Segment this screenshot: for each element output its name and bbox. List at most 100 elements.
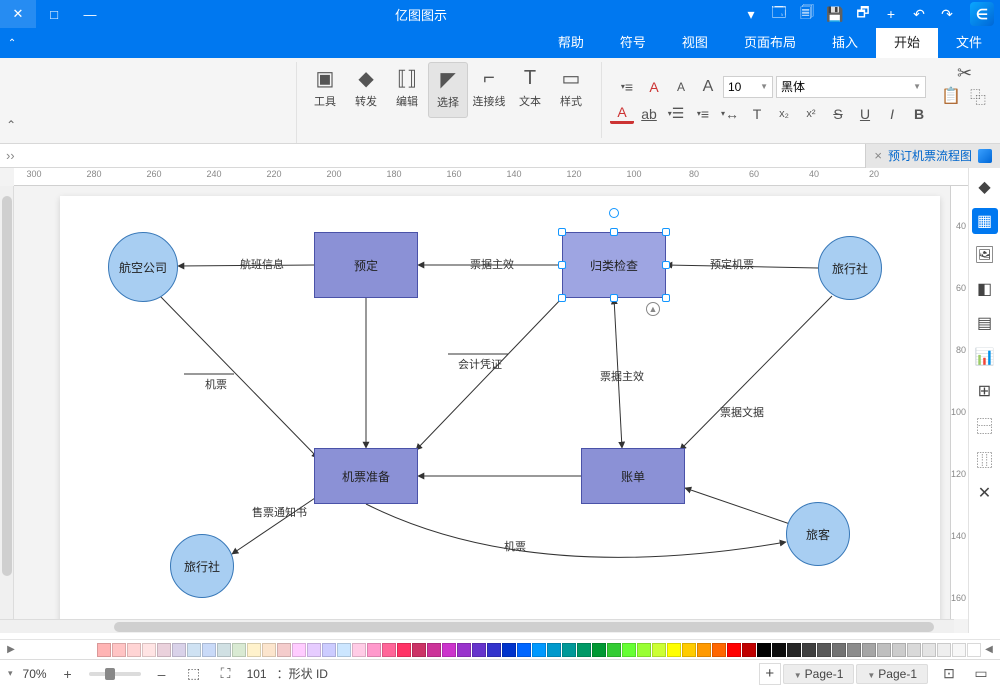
edit-button[interactable]: ⟦⟧编辑 <box>387 62 427 118</box>
color-swatch[interactable] <box>292 643 306 657</box>
resize-handle[interactable] <box>610 294 618 302</box>
color-swatch[interactable] <box>232 643 246 657</box>
page[interactable]: 旅行社航空公司旅客旅行社归类检查▲预定账单机票准备预定机票票据主效航班信息机票会… <box>60 196 940 626</box>
grow-font-button[interactable]: A <box>696 76 720 98</box>
select-button[interactable]: ◤选择 <box>428 62 468 118</box>
resize-handle[interactable] <box>610 228 618 236</box>
paste-button[interactable]: 📋 <box>939 85 963 107</box>
color-swatch[interactable] <box>667 643 681 657</box>
edge-label[interactable]: 航班信息 <box>240 256 284 272</box>
color-swatch[interactable] <box>967 643 981 657</box>
color-swatch[interactable] <box>772 643 786 657</box>
page-tab-dup[interactable]: ▼Page-1 <box>783 664 855 684</box>
node-c3[interactable]: 旅客 <box>786 502 850 566</box>
side-cross-icon[interactable]: ✕ <box>972 480 998 506</box>
palette-next-icon[interactable]: ▶ <box>4 642 18 658</box>
color-swatch[interactable] <box>262 643 276 657</box>
side-grid-icon[interactable]: ▦ <box>972 208 998 234</box>
color-swatch[interactable] <box>97 643 111 657</box>
doc-tabs-collapse[interactable]: ›› <box>6 148 15 163</box>
side-chart-icon[interactable]: 📊 <box>972 344 998 370</box>
clear-format-button[interactable]: A <box>642 76 666 98</box>
edge-label[interactable]: 会计凭证 <box>458 356 502 372</box>
color-swatch[interactable] <box>577 643 591 657</box>
qat-save[interactable]: 💾 <box>824 3 846 25</box>
color-swatch[interactable] <box>517 643 531 657</box>
color-swatch[interactable] <box>217 643 231 657</box>
tab-help[interactable]: 帮助 <box>540 28 602 58</box>
side-shape-icon[interactable]: ◆ <box>972 174 998 200</box>
scrollbar-vertical[interactable] <box>0 186 14 619</box>
node-c4[interactable]: 旅行社 <box>170 534 234 598</box>
resize-handle[interactable] <box>558 294 566 302</box>
color-swatch[interactable] <box>757 643 771 657</box>
side-vstack-icon[interactable]: ⿱ <box>972 412 998 438</box>
side-image-icon[interactable]: 🖼 <box>972 242 998 268</box>
edge-label[interactable]: 机票 <box>205 376 227 392</box>
scrollbar-horizontal[interactable] <box>0 619 954 633</box>
bold-button[interactable]: B <box>907 103 931 125</box>
color-swatch[interactable] <box>307 643 321 657</box>
color-swatch[interactable] <box>337 643 351 657</box>
color-swatch[interactable] <box>382 643 396 657</box>
color-swatch[interactable] <box>952 643 966 657</box>
font-family-select[interactable]: 黑体▼ <box>776 76 926 98</box>
align-dropdown[interactable]: ≡▾ <box>615 76 639 98</box>
color-swatch[interactable] <box>787 643 801 657</box>
ribbon-collapse-button[interactable]: ⌃ <box>6 118 24 136</box>
color-swatch[interactable] <box>832 643 846 657</box>
node-r2[interactable]: 预定 <box>314 232 418 298</box>
menu-collapse-icon[interactable]: ⌃ <box>0 28 24 58</box>
color-swatch[interactable] <box>277 643 291 657</box>
color-swatch[interactable] <box>622 643 636 657</box>
view-normal-button[interactable]: ▭ <box>970 663 992 685</box>
color-swatch[interactable] <box>202 643 216 657</box>
qat-redo[interactable]: ↷ <box>936 3 958 25</box>
color-swatch[interactable] <box>937 643 951 657</box>
style-button[interactable]: ▭样式 <box>551 62 591 118</box>
edge-label[interactable]: 票据文据 <box>720 404 764 420</box>
subscript-button[interactable]: x₂ <box>772 103 796 125</box>
node-r4[interactable]: 机票准备 <box>314 448 418 504</box>
char-spacing-button[interactable]: ↔▾ <box>718 103 742 125</box>
color-swatch[interactable] <box>367 643 381 657</box>
zoom-slider[interactable] <box>89 672 141 676</box>
color-swatch[interactable] <box>427 643 441 657</box>
color-swatch[interactable] <box>592 643 606 657</box>
color-swatch[interactable] <box>847 643 861 657</box>
cut-button[interactable]: ✂ <box>953 62 977 84</box>
qat-open[interactable]: 🗔 <box>768 3 790 25</box>
fit-page-button[interactable]: ⛶ <box>215 663 237 685</box>
minimize-button[interactable]: — <box>72 0 108 28</box>
side-hstack-icon[interactable]: ⿲ <box>972 446 998 472</box>
maximize-button[interactable]: □ <box>36 0 72 28</box>
color-swatch[interactable] <box>127 643 141 657</box>
resize-handle[interactable] <box>662 228 670 236</box>
text-button[interactable]: T文本 <box>510 62 550 118</box>
color-swatch[interactable] <box>607 643 621 657</box>
color-swatch[interactable] <box>742 643 756 657</box>
edge-label[interactable]: 票据主效 <box>600 368 644 384</box>
bullets-button[interactable]: ☰▾ <box>664 103 688 125</box>
zoom-in-button[interactable]: + <box>57 663 79 685</box>
color-swatch[interactable] <box>907 643 921 657</box>
palette-prev-icon[interactable]: ◀ <box>982 642 996 658</box>
fullscreen-button[interactable]: ⬚ <box>183 663 205 685</box>
toolbox-button[interactable]: ▣工具 <box>305 62 345 118</box>
edge-label[interactable]: 票据主效 <box>470 256 514 272</box>
qat-more[interactable]: ▾ <box>740 3 762 25</box>
color-swatch[interactable] <box>802 643 816 657</box>
rotate-handle[interactable] <box>609 208 619 218</box>
color-swatch[interactable] <box>247 643 261 657</box>
side-layers-icon[interactable]: ◧ <box>972 276 998 302</box>
underline-button[interactable]: U <box>853 103 877 125</box>
color-swatch[interactable] <box>502 643 516 657</box>
color-swatch[interactable] <box>652 643 666 657</box>
strike-button[interactable]: S <box>826 103 850 125</box>
case-button[interactable]: T <box>745 103 769 125</box>
shrink-font-button[interactable]: A <box>669 76 693 98</box>
color-swatch[interactable] <box>682 643 696 657</box>
close-button[interactable]: ✕ <box>0 0 36 28</box>
edge-label[interactable]: 售票通知书 <box>252 504 307 520</box>
superscript-button[interactable]: x² <box>799 103 823 125</box>
